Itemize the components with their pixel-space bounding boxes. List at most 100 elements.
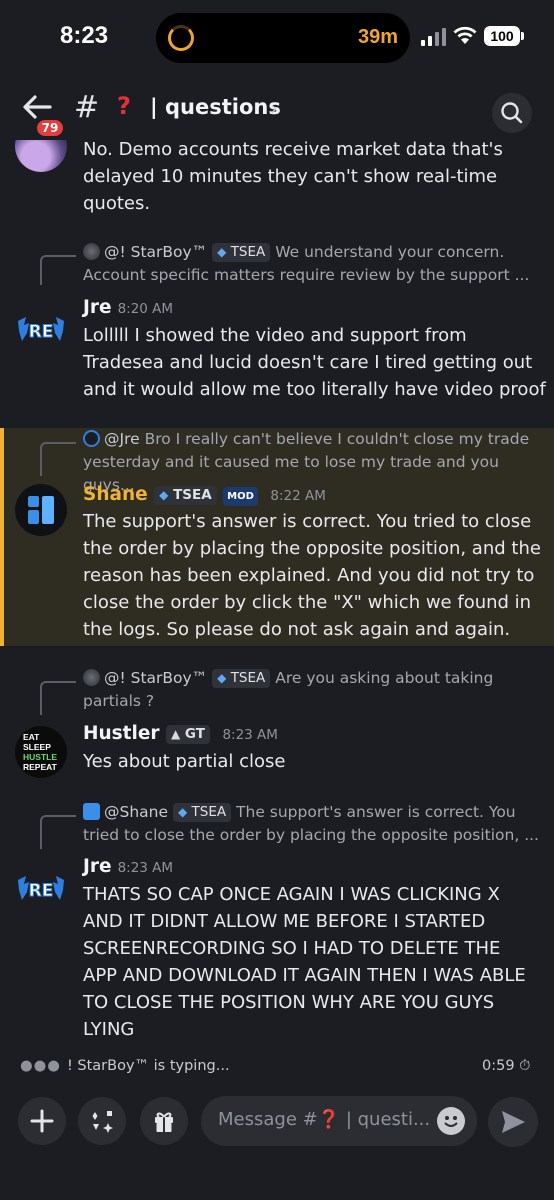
message-line: APP AND DOWNLOAD IT AGAIN THEN I WAS ABL…: [83, 965, 526, 986]
message-line: THATS SO CAP ONCE AGAIN I WAS CLICKING X: [83, 884, 500, 905]
gift-button[interactable]: [140, 1097, 188, 1145]
timestamp: 8:23 AM: [222, 727, 278, 743]
avatar-text: SLEEP: [23, 742, 51, 752]
unread-badge: 79: [34, 117, 66, 139]
message-text: Lolllll I showed the video and support f…: [83, 322, 546, 403]
message-line: close the order by click the "X" which w…: [83, 592, 532, 613]
mod-tag: MOD: [223, 487, 258, 506]
droplet-icon: ◆: [159, 488, 169, 502]
message-line: the order by placing the opposite positi…: [83, 538, 541, 559]
question-mark-icon: ?: [117, 92, 131, 120]
avatar-jre[interactable]: RE: [15, 303, 67, 355]
reply-text: We understand your concern.: [275, 243, 505, 261]
typing-indicator: ●●● ! StarBoy™ is typing...: [20, 1058, 230, 1074]
reply-author: @Jre: [104, 430, 140, 448]
chevron-right-icon[interactable]: ›: [270, 96, 278, 120]
avatar-text: EAT: [23, 732, 40, 742]
reply-text: Are you asking about taking: [275, 669, 494, 687]
send-button[interactable]: [488, 1097, 538, 1147]
role-tag: ◆ TSEA: [154, 486, 217, 505]
dynamic-island: 39m: [156, 13, 410, 63]
message-line: reason has been explained. And you did n…: [83, 565, 535, 586]
plus-icon: [30, 1109, 54, 1133]
message-line: LYING: [83, 1019, 135, 1040]
message-line: AND IT DIDNT ALLOW ME BEFORE I STARTED: [83, 911, 486, 932]
reply-text: tried to close the order by placing the …: [83, 826, 539, 844]
tradesea-logo-icon: [28, 496, 54, 524]
author-name[interactable]: Shane ◆ TSEA MOD 8:22 AM: [83, 484, 326, 506]
role-tag-label: TSEA: [173, 487, 212, 503]
message-line: Yes about partial close: [83, 751, 286, 772]
typing-dots-icon: ●●●: [20, 1058, 61, 1074]
message-line: TO CLOSE THE POSITION WHY ARE YOU GUYS: [83, 992, 495, 1013]
slowmode-text: 0:59: [482, 1058, 515, 1074]
message-line: quotes.: [83, 193, 151, 214]
author-name[interactable]: Jre 8:20 AM: [83, 297, 173, 318]
message-line: Tradesea and lucid doesn't care I tired …: [83, 352, 533, 373]
role-tag-label: GT: [184, 726, 205, 742]
author-label: Jre: [83, 856, 112, 877]
timer-ring-icon: [168, 25, 194, 51]
send-icon: [502, 1111, 525, 1133]
message-line: No. Demo accounts receive market data th…: [83, 139, 503, 160]
status-bar: 8:23 39m 100: [0, 0, 554, 78]
flame-icon: ▲: [170, 727, 181, 741]
droplet-icon: ◆: [217, 671, 227, 685]
reply-text: Bro I really can't believe I couldn't cl…: [144, 430, 530, 448]
wifi-icon: [453, 26, 477, 44]
cell-signal-icon: [421, 28, 447, 46]
channel-name[interactable]: | questions: [150, 95, 281, 119]
reply-connector: [40, 442, 76, 476]
avatar: [83, 669, 100, 686]
reply-author: @Shane: [104, 803, 169, 821]
jre-logo-icon: RE: [18, 317, 64, 343]
hash-icon: #: [74, 90, 100, 125]
message-line: The support's answer is correct. You tri…: [83, 511, 532, 532]
timer-text: 39m: [357, 26, 398, 48]
author-name[interactable]: Hustler ▲ GT 8:23 AM: [83, 723, 278, 744]
author-label: Hustler: [83, 723, 160, 744]
reply-text: The support's answer is correct. You: [236, 803, 516, 821]
plus-button[interactable]: [18, 1097, 66, 1145]
apps-button[interactable]: [78, 1097, 126, 1145]
jre-logo-icon: [83, 430, 100, 447]
reply-connector: [40, 815, 76, 849]
message-text: Yes about partial close: [83, 748, 285, 775]
reply-preview[interactable]: @! StarBoy™ ◆ TSEA We understand your co…: [83, 241, 529, 287]
emoji-icon[interactable]: [437, 1107, 465, 1135]
message-line: and it would allow me too literally have…: [83, 379, 546, 400]
search-button[interactable]: [492, 93, 532, 133]
author-label: Jre: [83, 297, 112, 318]
role-tag: ◆ TSEA: [212, 669, 271, 688]
avatar-text: HUSTLE: [23, 752, 57, 762]
gift-icon: [155, 1112, 173, 1132]
message-input[interactable]: Message #❓ | questi...: [201, 1096, 477, 1146]
emoji-face: [444, 1116, 458, 1127]
svg-text:RE: RE: [29, 322, 54, 342]
reply-author: @! StarBoy™: [104, 243, 208, 261]
avatar-shane[interactable]: [15, 484, 67, 536]
typing-text: ! StarBoy™ is typing...: [66, 1058, 230, 1074]
message-text: The support's answer is correct. You tri…: [83, 508, 541, 643]
role-tag-label: TSEA: [191, 804, 227, 820]
message-text: THATS SO CAP ONCE AGAIN I WAS CLICKING X…: [83, 881, 526, 1043]
author-label: Shane: [83, 484, 148, 505]
slowmode-timer: 0:59 ⏱: [482, 1058, 530, 1074]
apps-icon: [92, 1111, 113, 1133]
reply-preview[interactable]: @Shane ◆ TSEA The support's answer is co…: [83, 801, 539, 847]
role-tag: ◆ TSEA: [172, 803, 232, 822]
droplet-icon: ◆: [177, 805, 188, 819]
avatar-jre[interactable]: RE: [15, 862, 67, 914]
timestamp: 8:23 AM: [117, 860, 174, 876]
reply-author: @! StarBoy™: [104, 669, 208, 687]
avatar-hustler[interactable]: EAT SLEEP HUSTLE REPEAT: [15, 726, 67, 778]
reply-preview[interactable]: @! StarBoy™ ◆ TSEA Are you asking about …: [83, 667, 493, 713]
author-name[interactable]: Jre 8:23 AM: [83, 856, 173, 877]
reply-text: Account specific matters require review …: [83, 266, 530, 284]
role-tag-label: TSEA: [230, 244, 266, 260]
stopwatch-icon: ⏱: [519, 1058, 531, 1074]
reply-connector: [40, 681, 76, 715]
reply-text: partials ?: [83, 692, 155, 710]
message-line: SCREENRECORDING SO I HAD TO DELETE THE: [83, 938, 501, 959]
avatar: [83, 243, 100, 260]
